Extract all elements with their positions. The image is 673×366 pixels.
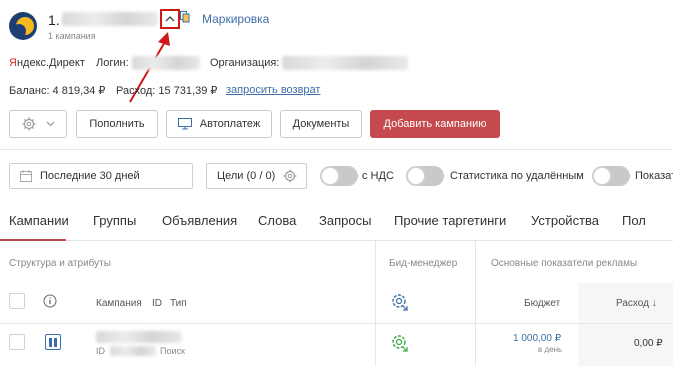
documents-button[interactable]: Документы bbox=[280, 110, 362, 138]
col-campaign[interactable]: Кампания bbox=[96, 298, 142, 309]
col-id[interactable]: ID bbox=[152, 298, 162, 309]
column-separator bbox=[375, 241, 376, 366]
settings-dropdown-button[interactable] bbox=[9, 110, 67, 138]
date-range-value: Последние 30 дней bbox=[40, 170, 140, 182]
tab-campaigns[interactable]: Кампании bbox=[9, 213, 69, 228]
date-range-picker[interactable]: Последние 30 дней bbox=[9, 163, 193, 189]
expense-text: Расход: 15 731,39 ₽ bbox=[116, 85, 218, 97]
org-value-redacted bbox=[282, 56, 408, 70]
yandex-direct-label: Яндекс.Директ bbox=[9, 57, 85, 69]
account-name-redacted bbox=[62, 12, 158, 26]
column-separator bbox=[475, 241, 476, 366]
campaign-name-redacted[interactable] bbox=[96, 331, 182, 343]
add-campaign-button[interactable]: Добавить кампанию bbox=[370, 110, 500, 138]
login-label: Логин: bbox=[96, 57, 129, 69]
refund-link[interactable]: запросить возврат bbox=[226, 84, 320, 96]
goals-selector[interactable]: Цели (0 / 0) bbox=[206, 163, 307, 189]
topup-button[interactable]: Пополнить bbox=[76, 110, 158, 138]
col-budget[interactable]: Бюджет bbox=[524, 298, 560, 309]
row-id-redacted bbox=[110, 346, 156, 356]
monitor-icon bbox=[177, 118, 192, 130]
group-header-metrics: Основные показатели рекламы bbox=[491, 258, 638, 269]
row-type: Поиск bbox=[160, 346, 185, 356]
vat-label: с НДС bbox=[362, 170, 394, 182]
autopay-label: Автоплатеж bbox=[199, 118, 261, 130]
col-spend[interactable]: Расход ↓ bbox=[616, 298, 657, 309]
tab-other-targeting[interactable]: Прочие таргетинги bbox=[394, 213, 506, 228]
row-budget[interactable]: 1 000,00 ₽ bbox=[513, 333, 561, 344]
table-row-divider bbox=[0, 323, 673, 324]
bid-manager-active-gear-icon[interactable] bbox=[389, 332, 411, 354]
tab-gender[interactable]: Пол bbox=[622, 213, 646, 228]
chevron-up-icon bbox=[165, 16, 175, 22]
show-label: Показать bbox=[635, 170, 673, 182]
account-logo bbox=[9, 12, 37, 40]
info-icon[interactable] bbox=[43, 294, 57, 308]
gear-icon bbox=[283, 169, 297, 183]
deleted-stats-label: Статистика по удалённым bbox=[450, 170, 584, 182]
tabs-bar: Кампании Группы Объявления Слова Запросы… bbox=[0, 210, 673, 240]
balance-text: Баланс: 4 819,34 ₽ bbox=[9, 85, 106, 97]
pause-button[interactable] bbox=[45, 334, 61, 350]
bid-manager-gear-icon[interactable] bbox=[389, 291, 411, 313]
show-toggle[interactable] bbox=[592, 166, 630, 186]
col-type[interactable]: Тип bbox=[170, 298, 187, 309]
row-id-label: ID bbox=[96, 346, 105, 356]
tab-groups[interactable]: Группы bbox=[93, 213, 136, 228]
tab-words[interactable]: Слова bbox=[258, 213, 296, 228]
collapse-chevron-button[interactable] bbox=[160, 9, 180, 29]
tab-ads[interactable]: Объявления bbox=[162, 213, 237, 228]
goals-value: Цели (0 / 0) bbox=[217, 170, 276, 182]
chevron-down-icon bbox=[46, 121, 54, 127]
row-spend: 0,00 ₽ bbox=[634, 338, 663, 349]
group-header-bid-manager: Бид-менеджер bbox=[389, 258, 458, 269]
group-header-structure: Структура и атрибуты bbox=[9, 258, 111, 269]
active-tab-indicator bbox=[0, 239, 66, 241]
account-number: 1. bbox=[48, 12, 60, 28]
calendar-icon bbox=[20, 170, 32, 182]
tab-queries[interactable]: Запросы bbox=[319, 213, 371, 228]
deleted-stats-toggle[interactable] bbox=[406, 166, 444, 186]
marking-link[interactable]: Маркировка bbox=[202, 12, 269, 26]
row-checkbox[interactable] bbox=[9, 334, 25, 350]
row-budget-period: в день bbox=[538, 345, 563, 354]
campaign-count: 1 кампания bbox=[48, 31, 96, 41]
tab-devices[interactable]: Устройства bbox=[531, 213, 599, 228]
tabs-divider bbox=[0, 240, 673, 241]
copy-icon[interactable] bbox=[180, 11, 190, 23]
autopay-button[interactable]: Автоплатеж bbox=[166, 110, 272, 138]
gear-icon bbox=[22, 117, 35, 131]
org-label: Организация: bbox=[210, 57, 280, 69]
vat-toggle[interactable] bbox=[320, 166, 358, 186]
section-divider bbox=[0, 149, 673, 150]
login-value-redacted bbox=[132, 56, 200, 70]
select-all-checkbox[interactable] bbox=[9, 293, 25, 309]
